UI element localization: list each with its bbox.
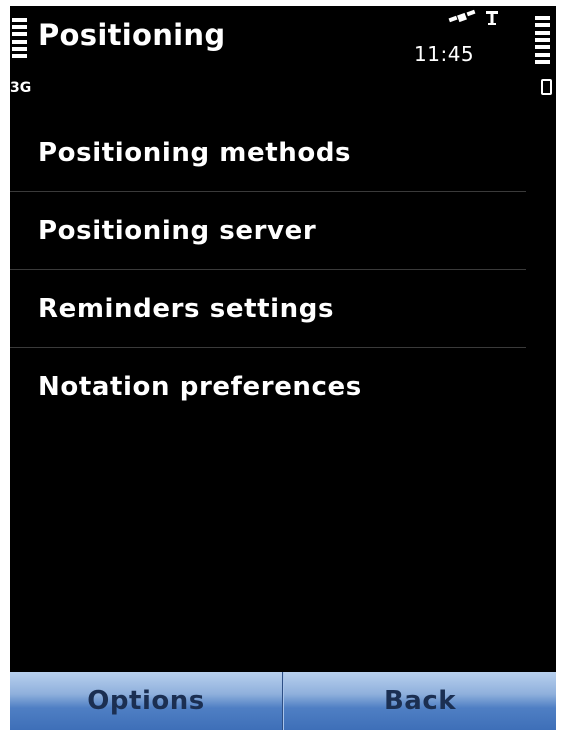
battery-level-icon xyxy=(535,16,550,64)
screen: Positioning 3G 11:45 Positioning methods… xyxy=(10,6,556,730)
battery-icon xyxy=(541,79,552,95)
page-title: Positioning xyxy=(38,18,226,52)
gps-satellite-icon xyxy=(448,9,476,23)
signal-strength-icon xyxy=(12,18,27,58)
softkey-bar: Options Back xyxy=(10,672,556,730)
antenna-icon xyxy=(486,11,498,25)
positioning-menu-list: Positioning methods Positioning server R… xyxy=(10,114,526,426)
menu-item-reminders-settings[interactable]: Reminders settings xyxy=(10,270,526,348)
menu-item-positioning-server[interactable]: Positioning server xyxy=(10,192,526,270)
network-type-label: 3G xyxy=(10,80,32,96)
clock: 11:45 xyxy=(414,42,475,66)
back-softkey[interactable]: Back xyxy=(283,672,556,730)
menu-item-positioning-methods[interactable]: Positioning methods xyxy=(10,114,526,192)
options-softkey[interactable]: Options xyxy=(10,672,283,730)
menu-item-notation-preferences[interactable]: Notation preferences xyxy=(10,348,526,426)
